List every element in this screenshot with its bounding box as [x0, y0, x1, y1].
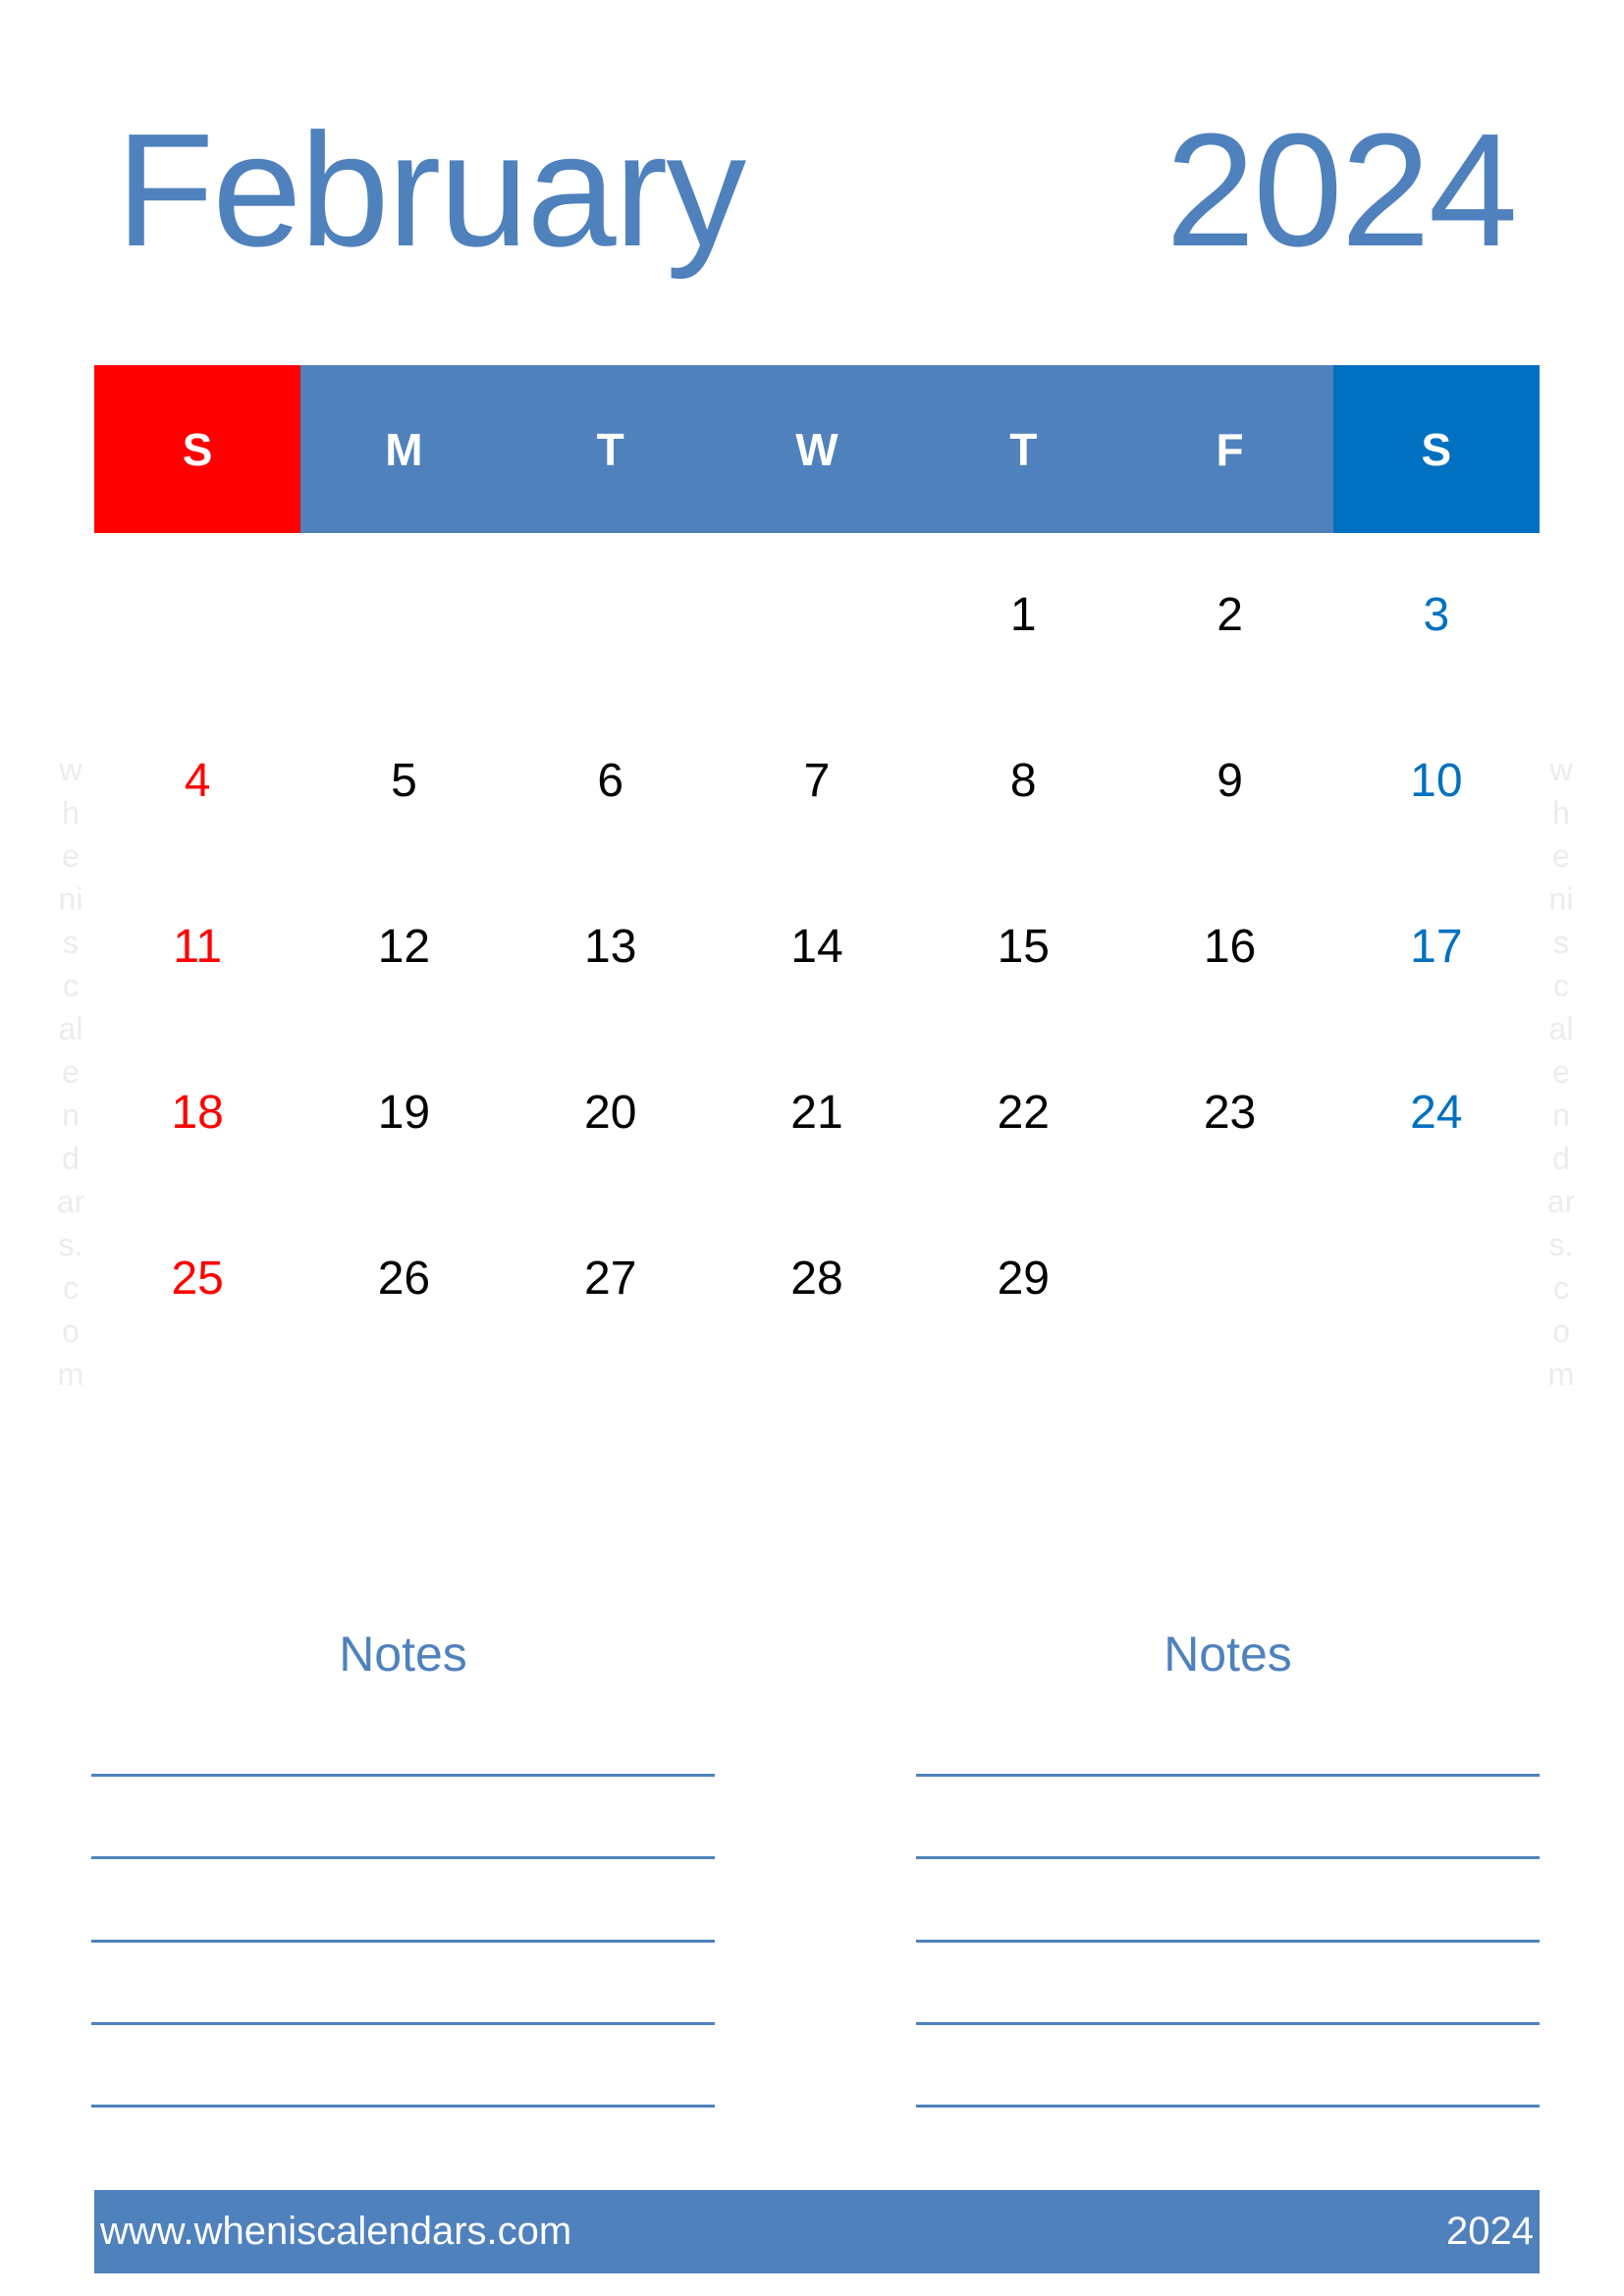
weekday-header: S M T W T F S — [94, 365, 1540, 533]
watermark-char: ar — [1546, 1184, 1576, 1219]
day-cell: 9 — [1217, 755, 1243, 807]
note-line[interactable] — [916, 2021, 1540, 2025]
day-cell: 20 — [584, 1087, 637, 1139]
watermark-char: s — [63, 925, 79, 960]
note-line[interactable] — [916, 1939, 1540, 1943]
watermark-char: n — [1552, 1097, 1570, 1133]
watermark-right: w h e ni s c al e n d ar s. c o m — [1542, 748, 1581, 1396]
notes-title: Notes — [339, 1627, 467, 1682]
watermark-char: s — [1553, 925, 1569, 960]
day-cell: 25 — [171, 1253, 224, 1305]
day-cell: 1 — [1009, 589, 1037, 641]
watermark-char: e — [62, 838, 80, 874]
day-cell: 19 — [377, 1087, 431, 1139]
watermark-char: d — [62, 1141, 80, 1176]
watermark-char: al — [58, 1011, 83, 1046]
watermark-char: n — [62, 1097, 80, 1133]
notes-section-right: Notes — [916, 1620, 1540, 2109]
day-cell: 6 — [597, 755, 624, 807]
day-cell: 8 — [1009, 755, 1037, 807]
watermark-char: e — [62, 1054, 80, 1090]
watermark-char: s. — [58, 1227, 83, 1262]
day-cell: 29 — [997, 1253, 1050, 1305]
note-line[interactable] — [916, 1774, 1540, 1777]
day-cell: 11 — [173, 921, 223, 973]
watermark-char: e — [1552, 1054, 1570, 1090]
weekday-sunday: S — [94, 365, 301, 533]
calendar-grid: 1 2 3 4 5 6 7 8 9 10 11 12 13 14 15 16 17 18 19 20 21 22 23 24 2… — [94, 532, 1540, 1362]
day-cell: 22 — [997, 1087, 1050, 1139]
footer-url[interactable]: www.wheniscalendars.com — [100, 2210, 571, 2254]
day-cell: 3 — [1423, 589, 1450, 641]
watermark-char: c — [1553, 1270, 1569, 1306]
day-cell: 27 — [584, 1253, 637, 1305]
watermark-char: al — [1548, 1011, 1574, 1046]
note-line[interactable] — [91, 1774, 715, 1777]
year-title: 2024 — [1165, 100, 1518, 280]
day-cell: 5 — [391, 755, 417, 807]
watermark-char: w — [59, 752, 82, 787]
footer-bar: www.wheniscalendars.com 2024 — [94, 2190, 1540, 2273]
watermark-char: d — [1552, 1141, 1570, 1176]
watermark-char: o — [62, 1313, 80, 1349]
notes-section-left: Notes — [91, 1620, 715, 2109]
day-cell: 18 — [171, 1087, 224, 1139]
watermark-char: c — [63, 968, 79, 1003]
watermark-char: m — [1547, 1357, 1575, 1392]
day-cell: 26 — [377, 1253, 431, 1305]
watermark-char: o — [1552, 1313, 1570, 1349]
day-cell: 15 — [997, 921, 1050, 973]
watermark-char: h — [1552, 795, 1570, 830]
day-cell: 13 — [584, 921, 637, 973]
note-line[interactable] — [91, 2105, 715, 2109]
empty-cell — [300, 532, 507, 698]
empty-cell — [508, 532, 714, 698]
day-cell: 10 — [1410, 755, 1463, 807]
watermark-char: w — [1549, 752, 1573, 787]
day-cell: 24 — [1410, 1087, 1463, 1139]
watermark-char: m — [57, 1357, 84, 1392]
watermark-char: ni — [1548, 881, 1574, 917]
weekday-monday: M — [300, 365, 508, 533]
watermark-char: c — [63, 1270, 79, 1306]
day-cell: 23 — [1203, 1087, 1257, 1139]
watermark-char: ar — [56, 1184, 85, 1219]
empty-cell — [1333, 1196, 1540, 1362]
watermark-char: s. — [1548, 1227, 1574, 1262]
day-cell: 4 — [184, 755, 211, 807]
empty-cell — [94, 532, 300, 698]
day-cell: 12 — [377, 921, 431, 973]
weekday-tuesday: T — [507, 365, 714, 533]
watermark-char: e — [1552, 838, 1570, 874]
note-line[interactable] — [91, 1939, 715, 1943]
watermark-char: c — [1553, 968, 1569, 1003]
day-cell: 2 — [1217, 589, 1243, 641]
footer-year: 2024 — [1446, 2210, 1534, 2253]
empty-cell — [714, 532, 920, 698]
note-line[interactable] — [916, 2105, 1540, 2109]
day-cell: 7 — [803, 755, 831, 807]
note-line[interactable] — [91, 1856, 715, 1860]
day-cell: 14 — [790, 921, 843, 973]
watermark-char: h — [62, 795, 80, 830]
weekday-thursday: T — [920, 365, 1127, 533]
day-cell: 28 — [790, 1253, 843, 1305]
day-cell: 21 — [790, 1087, 843, 1139]
notes-title: Notes — [1164, 1627, 1292, 1682]
watermark-char: ni — [58, 881, 83, 917]
day-cell: 17 — [1410, 921, 1463, 973]
weekday-friday: F — [1126, 365, 1333, 533]
watermark-left: w h e ni s c al e n d ar s. c o m — [51, 748, 90, 1396]
note-line[interactable] — [91, 2021, 715, 2025]
weekday-wednesday: W — [713, 365, 921, 533]
weekday-saturday: S — [1332, 365, 1540, 533]
note-line[interactable] — [916, 1856, 1540, 1860]
empty-cell — [1126, 1196, 1332, 1362]
month-title: February — [116, 100, 746, 280]
day-cell: 16 — [1203, 921, 1257, 973]
